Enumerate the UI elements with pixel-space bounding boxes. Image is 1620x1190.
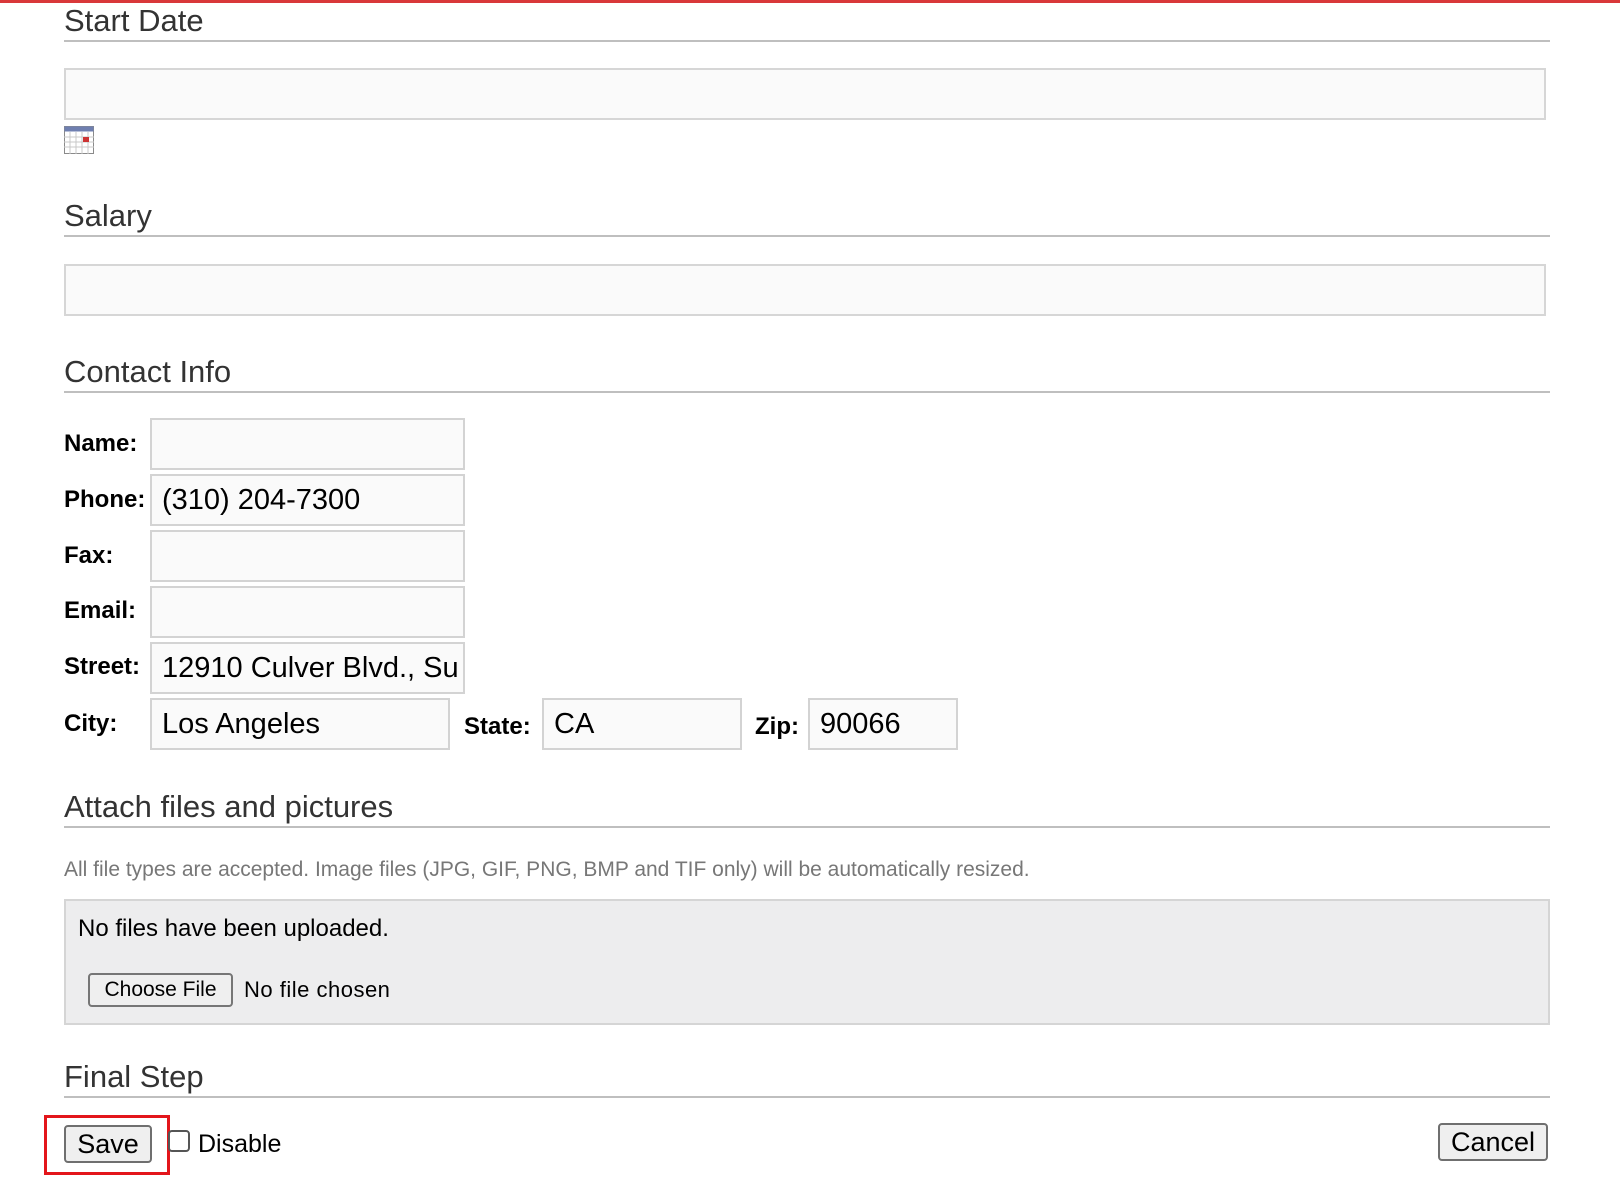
top-accent-bar [0, 0, 1620, 3]
salary-input[interactable] [64, 264, 1546, 316]
cancel-button[interactable]: Cancel [1438, 1123, 1548, 1161]
section-title-contact-info: Contact Info [64, 355, 1550, 393]
section-title-attachments: Attach files and pictures [64, 790, 1550, 828]
zip-label: Zip: [755, 713, 799, 740]
state-label: State: [464, 713, 531, 740]
name-label: Name: [64, 430, 138, 457]
name-field[interactable] [150, 418, 465, 470]
start-date-input[interactable] [64, 68, 1546, 120]
disable-checkbox[interactable] [168, 1130, 190, 1152]
email-label: Email: [64, 597, 137, 624]
phone-label: Phone: [64, 486, 146, 513]
street-field[interactable]: 12910 Culver Blvd., Su [150, 642, 465, 694]
city-field[interactable]: Los Angeles [150, 698, 450, 750]
email-field[interactable] [150, 586, 465, 638]
choose-file-button[interactable]: Choose File [88, 973, 233, 1007]
save-button[interactable]: Save [64, 1125, 152, 1163]
zip-field[interactable]: 90066 [808, 698, 958, 750]
fax-label: Fax: [64, 542, 114, 569]
state-field[interactable]: CA [542, 698, 742, 750]
upload-panel: No files have been uploaded. Choose File… [64, 899, 1550, 1025]
section-title-start-date: Start Date [64, 4, 1550, 42]
section-title-salary: Salary [64, 199, 1550, 237]
street-label: Street: [64, 653, 141, 680]
phone-field[interactable]: (310) 204-7300 [150, 474, 465, 526]
disable-label: Disable [198, 1130, 282, 1158]
fax-field[interactable] [150, 530, 465, 582]
city-label: City: [64, 710, 118, 737]
section-title-final-step: Final Step [64, 1060, 1550, 1098]
no-file-chosen-text: No file chosen [244, 977, 391, 1002]
calendar-icon[interactable] [64, 126, 94, 154]
attachments-help-text: All file types are accepted. Image files… [64, 858, 1030, 881]
no-files-message: No files have been uploaded. [78, 915, 389, 942]
